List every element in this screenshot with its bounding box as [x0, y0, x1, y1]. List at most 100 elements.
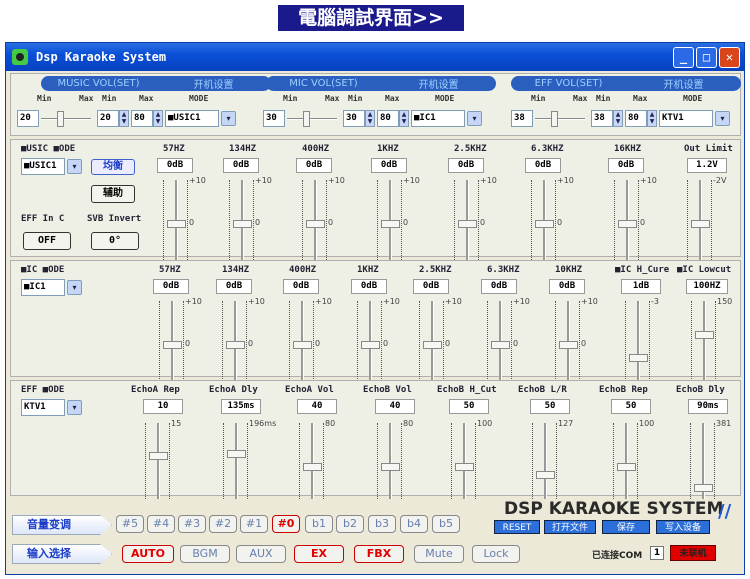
vol-max-input[interactable]: 80 [377, 110, 399, 127]
vol-tab-group[interactable]: MUSIC VOL(SET) 开机设置 [41, 76, 271, 91]
pitch-key-button[interactable]: b1 [305, 515, 333, 533]
mic-band-value[interactable]: 0dB [216, 279, 252, 294]
vol-min-input[interactable]: 38 [591, 110, 613, 127]
eff-param-value[interactable]: 135ms [221, 399, 261, 414]
slider-track[interactable] [544, 423, 547, 511]
eff-param-value[interactable]: 10 [143, 399, 183, 414]
slider-thumb[interactable] [303, 463, 322, 471]
vertical-slider[interactable]: +100-10 [419, 297, 462, 393]
slider-track[interactable] [157, 423, 160, 511]
music-band-value[interactable]: 0dB [371, 158, 407, 173]
dsp-action-button[interactable]: 保存 [602, 520, 650, 534]
slider-thumb[interactable] [536, 471, 555, 480]
slider-thumb[interactable] [423, 341, 442, 349]
mic-band-value[interactable]: 0dB [283, 279, 319, 294]
vertical-slider[interactable]: +100-10 [531, 176, 574, 272]
power-on-set-tab[interactable]: 开机设置 [626, 76, 741, 91]
vol-slider-thumb[interactable] [551, 111, 558, 127]
eff-param-value[interactable]: 50 [611, 399, 651, 414]
vol-min-spinner[interactable]: ▲ ▼ [119, 110, 129, 127]
slider-track[interactable] [702, 423, 705, 511]
vertical-slider[interactable]: +100-10 [222, 297, 265, 393]
mic-lowcut-value[interactable]: 100HZ [686, 279, 728, 294]
vertical-slider[interactable]: +100-10 [163, 176, 206, 272]
input-source-button[interactable]: AUX [236, 545, 286, 563]
vol-min-spinner[interactable]: ▲ ▼ [365, 110, 375, 127]
slider-thumb[interactable] [617, 463, 636, 471]
music-band-value[interactable]: 0dB [296, 158, 332, 173]
power-on-set-tab[interactable]: 开机设置 [381, 76, 496, 91]
vertical-slider[interactable]: +100-10 [357, 297, 400, 393]
vol-slider-thumb[interactable] [57, 111, 64, 127]
vertical-slider[interactable]: -2V-OFF [687, 176, 729, 280]
slider-thumb[interactable] [618, 220, 637, 228]
pitch-key-button[interactable]: b3 [368, 515, 396, 533]
dsp-action-button[interactable]: RESET [494, 520, 540, 534]
vol-max-spinner[interactable]: ▲ ▼ [399, 110, 409, 127]
mic-mode-select[interactable]: ■IC1 [21, 279, 65, 296]
pitch-key-button[interactable]: #5 [116, 515, 144, 533]
pitch-key-button[interactable]: #3 [178, 515, 206, 533]
mic-band-value[interactable]: 0dB [413, 279, 449, 294]
vertical-slider[interactable]: +100-10 [555, 297, 598, 393]
chevron-down-icon[interactable]: ▾ [67, 400, 82, 415]
slider-thumb[interactable] [306, 220, 325, 228]
vol-slider-track[interactable] [41, 118, 91, 120]
slider-thumb[interactable] [163, 341, 182, 349]
pitch-key-button[interactable]: b5 [432, 515, 460, 533]
slider-thumb[interactable] [629, 354, 648, 363]
vol-min-input[interactable]: 20 [97, 110, 119, 127]
eff-param-value[interactable]: 90ms [688, 399, 728, 414]
vol-max-spinner[interactable]: ▲ ▼ [153, 110, 163, 127]
slider-thumb[interactable] [491, 341, 510, 349]
vol-max-input[interactable]: 80 [131, 110, 153, 127]
slider-thumb[interactable] [535, 220, 554, 228]
maximize-button[interactable]: □ [696, 47, 717, 68]
slider-thumb[interactable] [455, 463, 474, 471]
out-limit-value[interactable]: 1.2V [687, 158, 727, 173]
vol-current-input[interactable]: 20 [17, 110, 39, 127]
slider-thumb[interactable] [694, 484, 713, 493]
vol-set-tab[interactable]: EFF VOL(SET) [511, 78, 626, 89]
eff-param-value[interactable]: 40 [375, 399, 415, 414]
chevron-down-icon[interactable]: ▾ [67, 159, 82, 174]
slider-thumb[interactable] [559, 341, 578, 349]
slider-track[interactable] [637, 301, 640, 389]
vertical-slider[interactable]: +100-10 [159, 297, 202, 393]
slider-thumb[interactable] [381, 463, 400, 471]
vol-set-tab[interactable]: MIC VOL(SET) [266, 78, 381, 89]
mic-hcure-value[interactable]: 1dB [621, 279, 661, 294]
aux-button[interactable]: 辅助 [91, 185, 135, 203]
chevron-down-icon[interactable]: ▾ [467, 111, 482, 126]
vol-min-input[interactable]: 30 [343, 110, 365, 127]
slider-thumb[interactable] [691, 220, 710, 228]
pitch-key-button[interactable]: #1 [240, 515, 268, 533]
dsp-action-button[interactable]: 写入设备 [656, 520, 710, 534]
slider-thumb[interactable] [227, 449, 246, 458]
com-port-input[interactable]: 1 [650, 546, 664, 560]
chevron-down-icon[interactable]: ▾ [715, 111, 730, 126]
slider-thumb[interactable] [226, 341, 245, 349]
slider-thumb[interactable] [381, 220, 400, 228]
eff-param-value[interactable]: 40 [297, 399, 337, 414]
input-source-button[interactable]: AUTO [122, 545, 174, 563]
eff-mode-select[interactable]: KTV1 [21, 399, 65, 416]
minimize-button[interactable]: _ [673, 47, 694, 68]
vol-slider-track[interactable] [535, 118, 585, 120]
pitch-key-button[interactable]: #4 [147, 515, 175, 533]
mic-band-value[interactable]: 0dB [549, 279, 585, 294]
music-band-value[interactable]: 0dB [448, 158, 484, 173]
input-source-button[interactable]: FBX [354, 545, 404, 563]
vol-slider-thumb[interactable] [303, 111, 310, 127]
vertical-slider[interactable]: +100-10 [487, 297, 530, 393]
svb-phase-button[interactable]: 0° [91, 232, 139, 250]
vertical-slider[interactable]: +100-10 [302, 176, 345, 272]
vol-tab-group[interactable]: MIC VOL(SET) 开机设置 [266, 76, 496, 91]
chevron-down-icon[interactable]: ▾ [221, 111, 236, 126]
input-source-button[interactable]: EX [294, 545, 344, 563]
slider-thumb[interactable] [458, 220, 477, 228]
vol-mode-select[interactable]: ■IC1 [411, 110, 465, 127]
vol-tab-group[interactable]: EFF VOL(SET) 开机设置 [511, 76, 741, 91]
pitch-key-button[interactable]: b4 [400, 515, 428, 533]
eff-param-value[interactable]: 50 [530, 399, 570, 414]
